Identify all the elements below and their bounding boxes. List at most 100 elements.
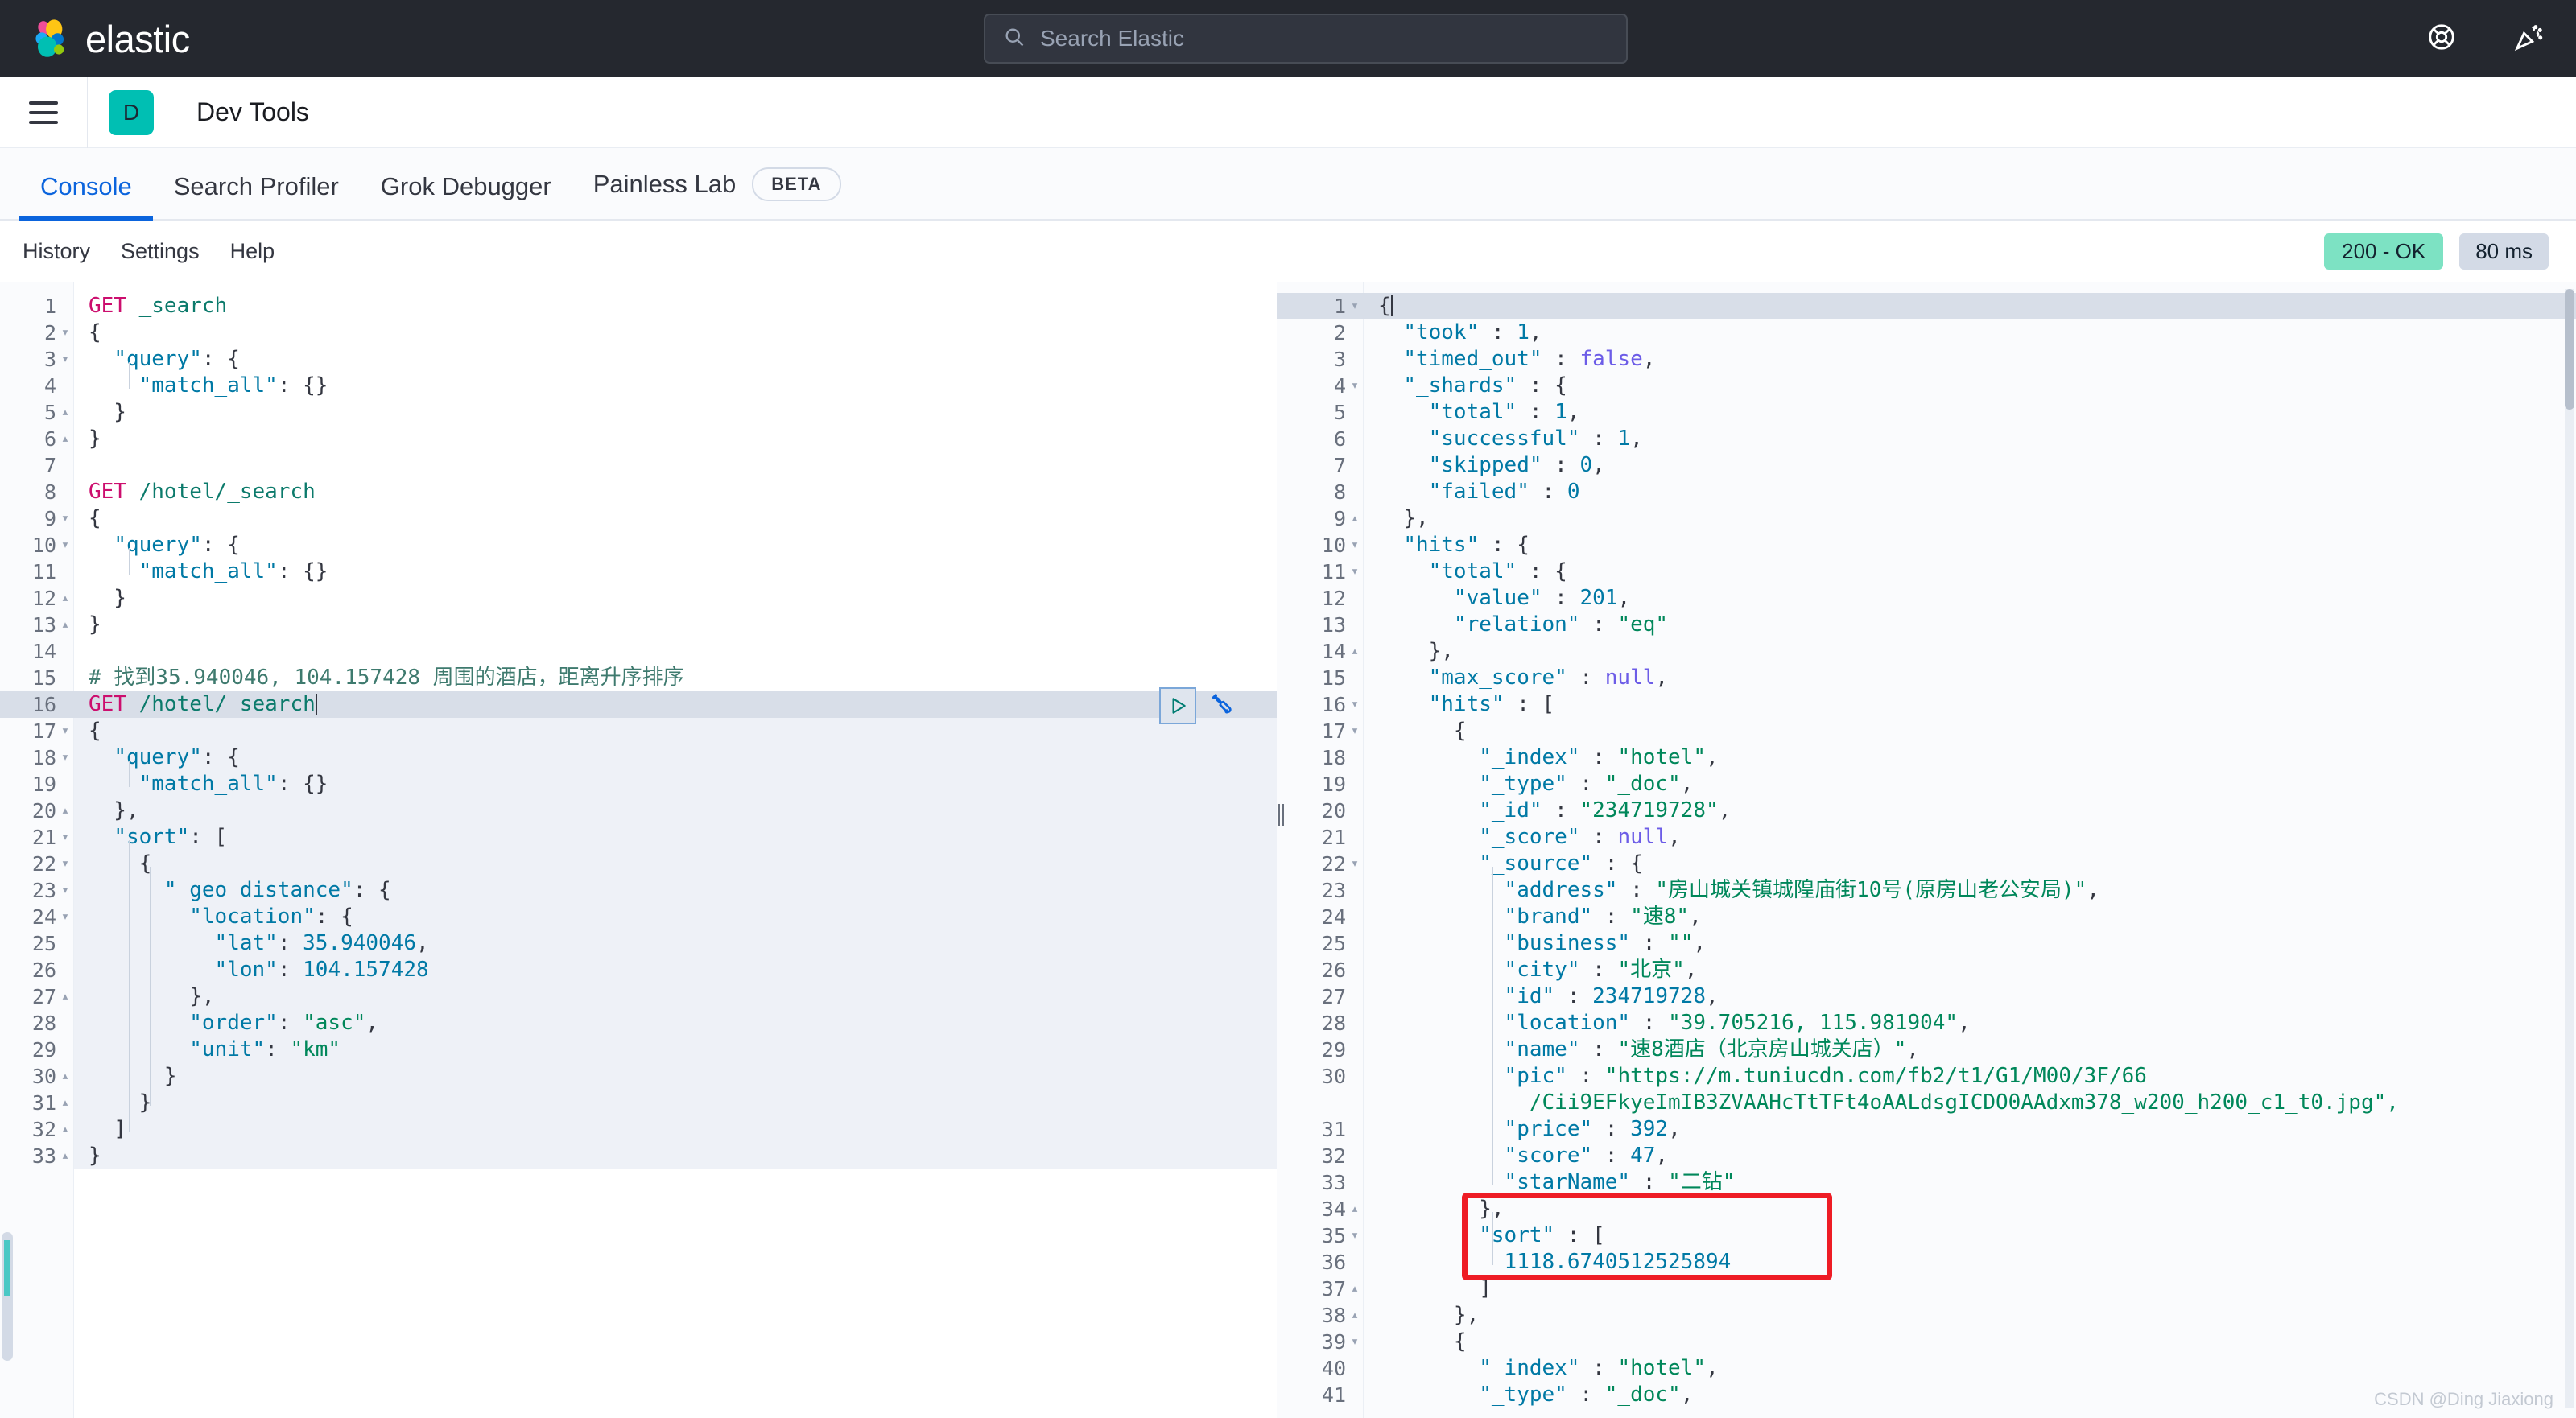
response-code[interactable]: 1 ▾{2 "took" : 1, 3 "timed_out" : false, 4 ▾… [1277,282,2576,1408]
fold-toggle-icon[interactable]: ▾ [1346,1222,1364,1249]
fold-toggle-icon[interactable]: ▴ [1346,1302,1364,1329]
global-search-bar[interactable]: Search Elastic [984,14,1628,64]
help-button[interactable]: Help [230,239,275,264]
fold-toggle-icon[interactable]: ▾ [1346,559,1364,585]
lifebuoy-help-icon[interactable] [2426,22,2457,56]
code-line[interactable]: 32 ▴ ] [0,1116,1277,1143]
fold-toggle-icon[interactable]: ▴ [1346,638,1364,665]
code-line[interactable]: 6 ▴} [0,426,1277,452]
scrollbar-thumb[interactable] [2565,289,2574,410]
fold-toggle-icon[interactable]: ▴ [56,585,74,612]
code-line[interactable]: 9 ▴ }, [1277,505,2576,532]
fold-toggle-icon[interactable]: ▴ [56,798,74,824]
wrench-icon[interactable] [1206,690,1233,722]
code-line[interactable]: 29 "unit": "km" [0,1037,1277,1063]
fold-toggle-icon[interactable]: ▾ [56,877,74,904]
code-line[interactable]: 12 "value" : 201, [1277,585,2576,612]
fold-toggle-icon[interactable]: ▾ [56,346,74,373]
code-line[interactable]: 15 # 找到35.940046, 104.157428 周围的酒店，距离升序排序 [0,665,1277,691]
code-line[interactable]: 11 ▾ "total" : { [1277,559,2576,585]
code-line[interactable]: 3 ▾ "query": { [0,346,1277,373]
pane-splitter[interactable] [1277,282,1286,1418]
code-line[interactable]: 2 ▾ { [0,319,1277,346]
code-line[interactable]: 17 ▾ { [0,718,1277,744]
fold-toggle-icon[interactable]: ▴ [56,1063,74,1090]
code-line[interactable]: 15 "max_score" : null, [1277,665,2576,691]
fold-toggle-icon[interactable]: ▾ [1346,691,1364,718]
editor-minimap-scrollbar[interactable] [2,1232,13,1361]
code-line[interactable]: 20 ▴ }, [0,798,1277,824]
fold-toggle-icon[interactable]: ▾ [1346,293,1364,319]
fold-toggle-icon[interactable]: ▾ [56,319,74,346]
code-line[interactable]: 5 ▴ } [0,399,1277,426]
code-line[interactable]: 19 "match_all": {} [0,771,1277,798]
response-viewer[interactable]: 1 ▾{2 "took" : 1, 3 "timed_out" : false, 4 ▾… [1277,282,2576,1418]
fold-toggle-icon[interactable]: ▾ [56,851,74,877]
code-line[interactable]: 21 ▾ "sort": [ [0,824,1277,851]
code-line[interactable]: 7 [0,452,1277,479]
tab-search-profiler[interactable]: Search Profiler [153,172,360,219]
code-line[interactable]: 14 [0,638,1277,665]
code-line[interactable]: 27 ▴ }, [0,983,1277,1010]
fold-toggle-icon[interactable]: ▾ [1346,718,1364,744]
fold-toggle-icon[interactable]: ▴ [56,1143,74,1169]
history-button[interactable]: History [23,239,90,264]
fold-toggle-icon[interactable]: ▴ [1346,1196,1364,1222]
code-line[interactable]: 3 "timed_out" : false, [1277,346,2576,373]
code-line[interactable]: 2 "took" : 1, [1277,319,2576,346]
code-line[interactable]: 4 ▾ "_shards" : { [1277,373,2576,399]
code-line[interactable]: 10 ▾ "query": { [0,532,1277,559]
fold-toggle-icon[interactable]: ▾ [1346,532,1364,559]
response-scrollbar[interactable] [2565,289,2574,1408]
request-editor[interactable]: 1 GET _search 2 ▾{3 ▾ "query": {4 "match_all… [0,282,1277,1418]
fold-toggle-icon[interactable]: ▾ [56,744,74,771]
play-triangle-icon[interactable] [1159,687,1196,724]
celebration-news-icon[interactable] [2513,22,2544,56]
code-line[interactable]: 31 ▴ } [0,1090,1277,1116]
code-line[interactable]: 13 ▴} [0,612,1277,638]
fold-toggle-icon[interactable]: ▴ [56,426,74,452]
code-line[interactable]: 16 ▾ "hits" : [ [1277,691,2576,718]
code-line[interactable]: 6 "successful" : 1, [1277,426,2576,452]
code-line[interactable]: 7 "skipped" : 0, [1277,452,2576,479]
code-line[interactable]: 11 "match_all": {} [0,559,1277,585]
code-line[interactable]: 16 GET /hotel/_search [0,691,1277,718]
search-input-placeholder[interactable]: Search Elastic [1040,26,1184,52]
hamburger-menu-icon[interactable] [21,90,66,135]
code-line[interactable]: 10 ▾ "hits" : { [1277,532,2576,559]
brand[interactable]: elastic [29,17,190,61]
code-line[interactable]: 13 "relation" : "eq" [1277,612,2576,638]
tab-painless-lab[interactable]: Painless Lab BETA [572,167,862,219]
code-line[interactable]: 1 ▾ { [1277,293,2576,319]
fold-toggle-icon[interactable]: ▴ [56,1090,74,1116]
code-line[interactable]: 22 ▾ { [0,851,1277,877]
fold-toggle-icon[interactable]: ▾ [56,505,74,532]
code-line[interactable]: 33 ▴} [0,1143,1277,1169]
code-line[interactable]: 18 ▾ "query": { [0,744,1277,771]
fold-toggle-icon[interactable]: ▴ [56,1116,74,1143]
code-line[interactable]: 14 ▴ }, [1277,638,2576,665]
code-line[interactable]: 8 "failed" : 0 [1277,479,2576,505]
fold-toggle-icon[interactable]: ▾ [1346,373,1364,399]
fold-toggle-icon[interactable]: ▴ [56,612,74,638]
fold-toggle-icon[interactable]: ▾ [56,904,74,930]
tab-console[interactable]: Console [19,172,153,221]
fold-toggle-icon[interactable]: ▾ [1346,1329,1364,1355]
app-badge[interactable]: D [109,89,154,135]
fold-toggle-icon[interactable]: ▴ [56,983,74,1010]
code-line[interactable]: 23 ▾ "_geo_distance": { [0,877,1277,904]
code-line[interactable]: 30 ▴ } [0,1063,1277,1090]
fold-toggle-icon[interactable]: ▴ [1346,505,1364,532]
code-line[interactable]: 4 "match_all": {} [0,373,1277,399]
fold-toggle-icon[interactable]: ▴ [1346,1276,1364,1302]
code-line[interactable]: 9 ▾ { [0,505,1277,532]
code-line[interactable]: 1 GET _search [0,293,1277,319]
fold-toggle-icon[interactable]: ▾ [1346,851,1364,877]
settings-button[interactable]: Settings [121,239,200,264]
fold-toggle-icon[interactable]: ▾ [56,532,74,559]
fold-toggle-icon[interactable]: ▾ [56,824,74,851]
request-code[interactable]: 1 GET _search 2 ▾{3 ▾ "query": {4 "match_all… [0,282,1277,1169]
code-line[interactable]: 8 GET /hotel/_search [0,479,1277,505]
fold-toggle-icon[interactable]: ▴ [56,399,74,426]
code-line[interactable]: 12 ▴ } [0,585,1277,612]
